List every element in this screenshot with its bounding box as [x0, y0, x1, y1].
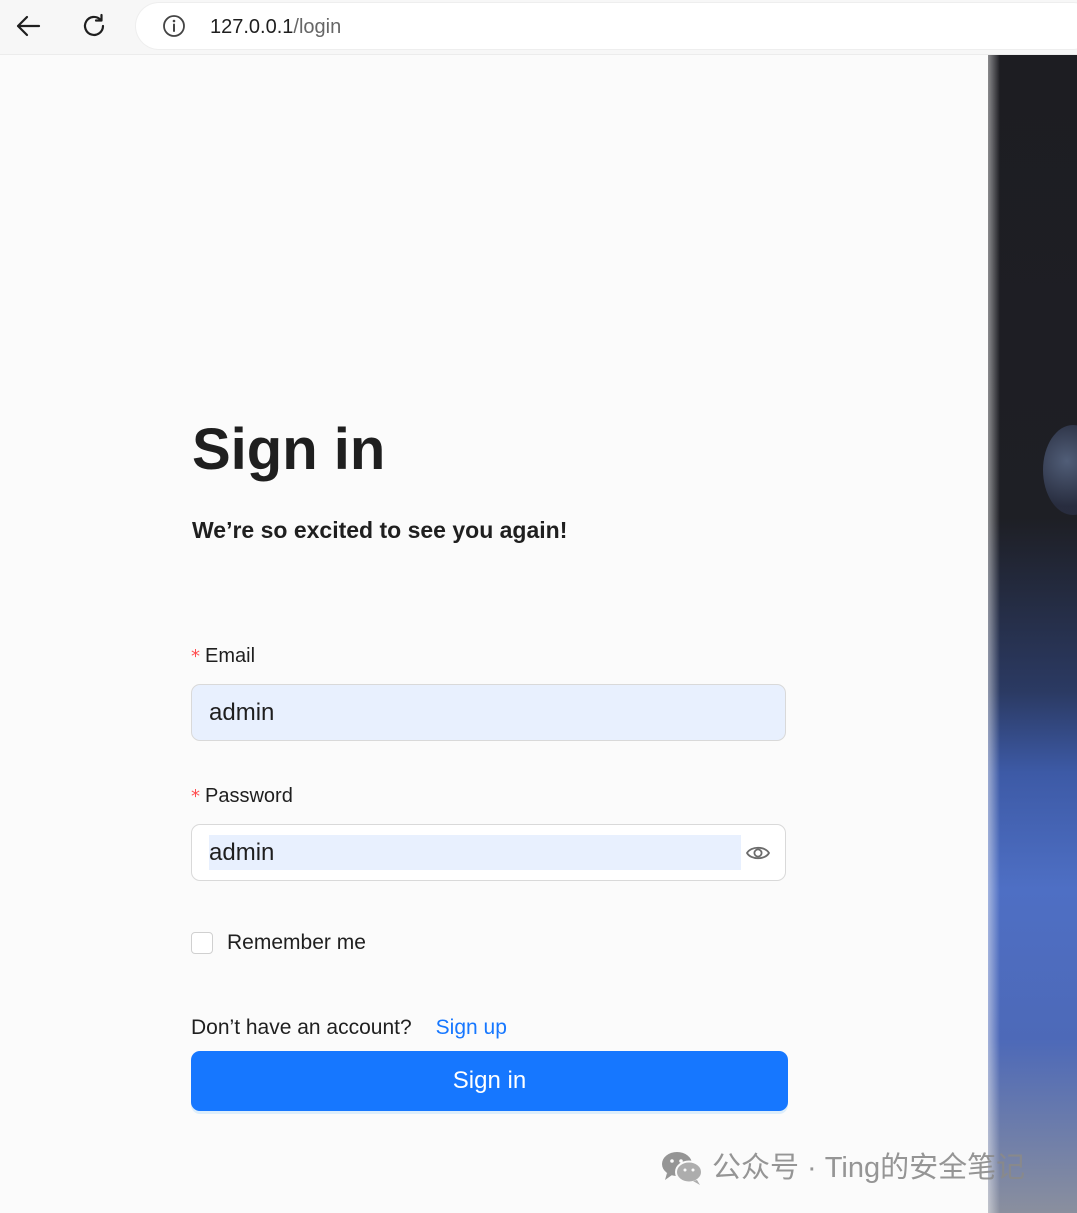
url-text[interactable]: 127.0.0.1/login	[210, 15, 341, 39]
email-field[interactable]: admin	[191, 684, 786, 741]
password-field[interactable]: admin	[191, 824, 786, 881]
email-value: admin	[209, 699, 275, 726]
password-label: * Password	[191, 784, 293, 809]
login-page: 127.0.0.1/login Sign in We’re so excited…	[0, 0, 1077, 1213]
password-value: admin	[209, 839, 275, 866]
sign-in-button[interactable]: Sign in	[191, 1051, 788, 1111]
required-marker: *	[191, 786, 200, 807]
back-button[interactable]	[9, 8, 47, 44]
email-label-text: Email	[205, 645, 256, 667]
remember-me-checkbox[interactable]	[191, 932, 213, 954]
watermark-text: 公众号 · Ting的安全笔记	[712, 1152, 1026, 1184]
url-host: 127.0.0.1	[210, 16, 294, 38]
no-account-text: Don’t have an account?	[191, 1016, 412, 1039]
email-label: * Email	[191, 644, 255, 669]
page-subtitle: We’re so excited to see you again!	[192, 517, 568, 543]
eye-icon[interactable]	[745, 841, 771, 865]
wechat-logo	[662, 1152, 703, 1185]
info-icon[interactable]	[162, 14, 186, 38]
side-background-image	[988, 55, 1077, 1213]
side-image-detail	[1043, 425, 1077, 515]
reload-button[interactable]	[75, 8, 113, 44]
reload-icon	[83, 13, 105, 36]
arrow-left-icon	[16, 15, 41, 37]
password-label-text: Password	[205, 785, 293, 807]
signup-row: Don’t have an account? Sign up	[191, 1015, 507, 1041]
watermark: 公众号 · Ting的安全笔记	[660, 1150, 1025, 1186]
page-title: Sign in	[192, 417, 386, 482]
remember-me-label[interactable]: Remember me	[227, 931, 366, 955]
required-marker: *	[191, 646, 200, 667]
remember-me: Remember me	[191, 931, 366, 955]
url-path: /login	[293, 16, 342, 38]
browser-toolbar: 127.0.0.1/login	[0, 0, 1077, 55]
address-bar[interactable]: 127.0.0.1/login	[136, 3, 1077, 49]
signup-link[interactable]: Sign up	[436, 1016, 507, 1039]
password-input[interactable]: admin	[209, 835, 741, 870]
